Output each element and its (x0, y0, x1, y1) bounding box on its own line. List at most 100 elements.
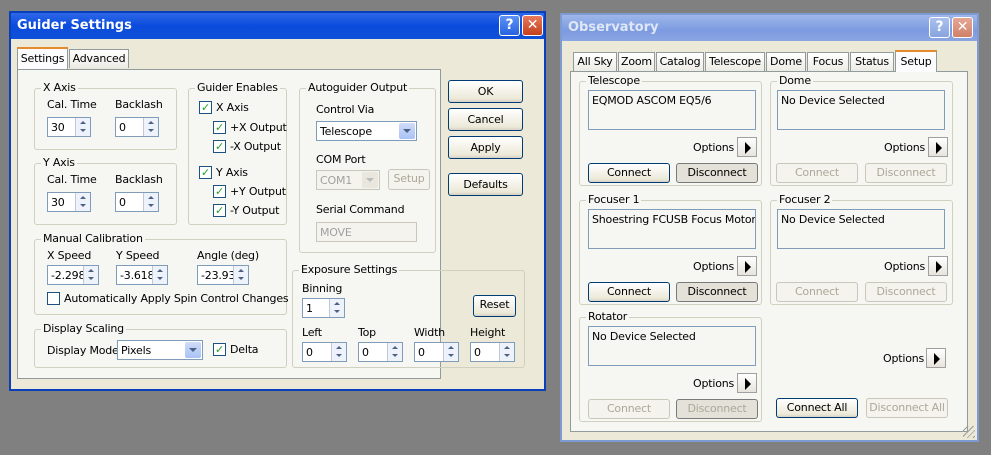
com-port-label: COM Port (316, 153, 366, 166)
defaults-button[interactable]: Defaults (448, 173, 523, 196)
minus-x-output-label: -X Output (230, 140, 281, 153)
dome-connect-button[interactable]: Connect (776, 163, 858, 183)
top-value: 0 (362, 346, 369, 359)
chevron-down-icon[interactable] (185, 342, 201, 358)
top-spinner[interactable]: 0 (358, 342, 403, 362)
x-speed-value: -2.298 (51, 269, 86, 282)
focuser1-connect-button[interactable]: Connect (588, 282, 670, 302)
focuser1-disconnect-button[interactable]: Disconnect (676, 282, 758, 302)
spinner-arrows-icon[interactable] (152, 266, 167, 284)
dome-device-field[interactable]: No Device Selected (777, 90, 945, 130)
spinner-arrows-icon[interactable] (499, 343, 514, 361)
dome-group: Dome No Device Selected Options Connect … (770, 74, 953, 186)
tab-dome[interactable]: Dome (766, 52, 806, 71)
spinner-arrows-icon[interactable] (331, 343, 346, 361)
binning-spinner[interactable]: 1 (302, 298, 345, 318)
ok-button[interactable]: OK (448, 80, 523, 103)
y-cal-time-spinner[interactable]: 30 (47, 192, 91, 212)
control-via-select[interactable]: Telescope (316, 121, 417, 141)
tab-telescope[interactable]: Telescope (705, 52, 765, 71)
chevron-down-icon[interactable] (399, 123, 415, 139)
spinner-arrows-icon[interactable] (143, 118, 158, 136)
telescope-group: Telescope EQMOD ASCOM EQ5/6 Options Conn… (579, 74, 762, 186)
spinner-arrows-icon[interactable] (75, 118, 90, 136)
display-mode-select[interactable]: Pixels (117, 340, 203, 360)
cancel-button[interactable]: Cancel (448, 108, 523, 131)
y-backlash-spinner[interactable]: 0 (115, 192, 159, 212)
guider-titlebar[interactable]: Guider Settings ? ✕ (11, 13, 544, 39)
com-setup-button[interactable]: Setup (388, 169, 430, 190)
serial-command-input[interactable]: MOVE (316, 222, 417, 242)
tab-setup[interactable]: Setup (895, 50, 937, 72)
binning-value: 1 (306, 302, 313, 315)
width-spinner[interactable]: 0 (414, 342, 459, 362)
focuser1-device-field[interactable]: Shoestring FCUSB Focus Motor Co (588, 209, 756, 249)
close-button[interactable]: ✕ (522, 15, 543, 36)
height-spinner[interactable]: 0 (470, 342, 515, 362)
tab-focus[interactable]: Focus (807, 52, 849, 71)
x-speed-label: X Speed (47, 249, 92, 262)
close-icon: ✕ (956, 19, 969, 35)
resize-grip-icon[interactable] (963, 426, 975, 438)
tab-advanced[interactable]: Advanced (69, 49, 129, 68)
com-port-select[interactable]: COM1 (316, 170, 380, 190)
focuser2-connect-button[interactable]: Connect (776, 282, 858, 302)
general-options-arrow-icon[interactable] (926, 348, 946, 368)
guider-enables-group: Guider Enables ✓ X Axis ✓ +X Output ✓ -X Ou… (188, 81, 287, 225)
focuser1-options-arrow-icon[interactable] (737, 256, 757, 276)
angle-spinner[interactable]: -23.93 (197, 265, 249, 285)
reset-button[interactable]: Reset (473, 295, 516, 317)
focuser2-options-arrow-icon[interactable] (928, 256, 948, 276)
help-button[interactable]: ? (499, 15, 520, 36)
rotator-connect-button[interactable]: Connect (588, 399, 670, 419)
binning-label: Binning (302, 282, 343, 295)
check-icon: ✓ (213, 343, 226, 356)
x-cal-time-spinner[interactable]: 30 (47, 117, 91, 137)
spinner-arrows-icon[interactable] (387, 343, 402, 361)
telescope-device-field[interactable]: EQMOD ASCOM EQ5/6 (588, 90, 756, 130)
help-button[interactable]: ? (929, 17, 950, 38)
height-value: 0 (474, 346, 481, 359)
apply-button[interactable]: Apply (448, 136, 523, 159)
observatory-titlebar[interactable]: Observatory ? ✕ (562, 15, 977, 41)
disconnect-all-button[interactable]: Disconnect All (866, 398, 948, 418)
telescope-disconnect-button[interactable]: Disconnect (676, 163, 758, 183)
tab-settings[interactable]: Settings (17, 47, 68, 69)
x-backlash-spinner[interactable]: 0 (115, 117, 159, 137)
rotator-disconnect-button[interactable]: Disconnect (676, 399, 758, 419)
dome-disconnect-button[interactable]: Disconnect (865, 163, 947, 183)
connect-all-button[interactable]: Connect All (776, 398, 858, 418)
rotator-device-field[interactable]: No Device Selected (588, 326, 756, 366)
plus-y-output-label: +Y Output (230, 185, 286, 198)
tab-status[interactable]: Status (850, 52, 894, 71)
telescope-connect-button[interactable]: Connect (588, 163, 670, 183)
telescope-options-arrow-icon[interactable] (737, 137, 757, 157)
focuser2-legend: Focuser 2 (777, 193, 833, 206)
spinner-arrows-icon[interactable] (143, 193, 158, 211)
left-spinner[interactable]: 0 (302, 342, 347, 362)
spinner-arrows-icon[interactable] (233, 266, 248, 284)
spinner-arrows-icon[interactable] (83, 266, 98, 284)
chevron-down-icon[interactable] (362, 172, 378, 188)
tab-catalog[interactable]: Catalog (656, 52, 704, 71)
guider-title: Guider Settings (17, 18, 132, 33)
focuser2-device-field[interactable]: No Device Selected (777, 209, 945, 249)
rotator-legend: Rotator (586, 310, 630, 323)
spinner-arrows-icon[interactable] (443, 343, 458, 361)
dome-options-arrow-icon[interactable] (928, 137, 948, 157)
observatory-setup-panel: Telescope EQMOD ASCOM EQ5/6 Options Conn… (570, 71, 968, 432)
y-speed-spinner[interactable]: -3.618 (116, 265, 168, 285)
spinner-arrows-icon[interactable] (329, 299, 344, 317)
y-cal-time-value: 30 (51, 196, 65, 209)
tab-zoom[interactable]: Zoom (618, 52, 655, 71)
close-button[interactable]: ✕ (952, 17, 973, 38)
top-label: Top (358, 326, 376, 339)
focuser2-disconnect-button[interactable]: Disconnect (865, 282, 947, 302)
spinner-arrows-icon[interactable] (75, 193, 90, 211)
rotator-options-arrow-icon[interactable] (737, 373, 757, 393)
dome-options-label: Options (884, 141, 926, 154)
x-speed-spinner[interactable]: -2.298 (47, 265, 99, 285)
y-backlash-label: Backlash (115, 173, 163, 186)
control-via-label: Control Via (316, 103, 375, 116)
tab-all-sky[interactable]: All Sky (573, 52, 617, 71)
